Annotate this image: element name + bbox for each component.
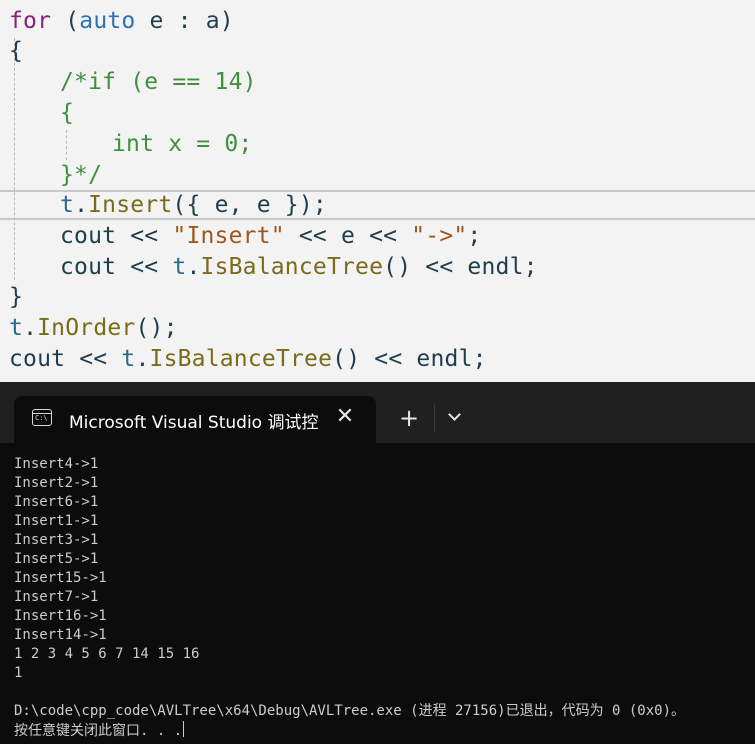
code-token: cout <<: [9, 346, 122, 372]
console-icon: C:\: [32, 409, 52, 426]
prompt-text: 按任意键关闭此窗口. . .: [14, 723, 183, 739]
code-line-final-cout[interactable]: cout << t.IsBalanceTree() << endl;: [9, 344, 487, 375]
code-editor[interactable]: for (auto e : a) { /*if (e == 14) { int …: [0, 0, 755, 382]
code-token: () << endl;: [332, 346, 487, 372]
indent-guide: [14, 38, 15, 280]
console-icon-text: C:\: [35, 414, 48, 422]
code-token: t: [172, 254, 187, 280]
function-name: InOrder: [37, 315, 136, 341]
indent-guide: [66, 130, 67, 160]
keyword-for: for: [9, 8, 52, 34]
terminal-tab[interactable]: C:\ Microsoft Visual Studio 调试控 ✕: [14, 396, 376, 443]
function-name: IsBalanceTree: [149, 346, 333, 372]
code-token: t: [9, 315, 24, 341]
code-line-comment-close[interactable]: }*/: [60, 160, 102, 191]
function-name: Insert: [88, 192, 173, 218]
code-token: .: [135, 346, 150, 372]
output-line: Insert3->1: [14, 532, 99, 548]
code-token: ({ e, e });: [172, 192, 327, 218]
code-token: ();: [135, 315, 178, 341]
code-line-comment-if[interactable]: /*if (e == 14): [60, 67, 257, 98]
code-token: t: [121, 346, 136, 372]
keyword-auto: auto: [79, 8, 136, 34]
code-line-open-brace[interactable]: {: [9, 36, 23, 67]
code-line-for[interactable]: for (auto e : a): [9, 6, 234, 37]
code-token: e : a): [135, 8, 234, 34]
code-line-comment-brace[interactable]: {: [60, 98, 74, 129]
output-line: Insert4->1: [14, 456, 99, 472]
code-token: cout <<: [60, 254, 173, 280]
code-token: .: [186, 254, 201, 280]
terminal-window[interactable]: C:\ Microsoft Visual Studio 调试控 ✕ + Inse…: [0, 382, 755, 744]
exit-message: D:\code\cpp_code\AVLTree\x64\Debug\AVLTr…: [14, 703, 686, 719]
code-token: .: [74, 192, 89, 218]
output-line: Insert1->1: [14, 513, 99, 529]
output-line: Insert5->1: [14, 551, 99, 567]
tab-separator: [434, 404, 435, 432]
output-line: Insert15->1: [14, 570, 107, 586]
code-token: t: [60, 192, 75, 218]
output-line: 1 2 3 4 5 6 7 14 15 16: [14, 646, 200, 662]
code-line-close-brace[interactable]: }: [9, 282, 23, 313]
output-line: Insert16->1: [14, 608, 107, 624]
new-tab-button[interactable]: +: [396, 405, 422, 431]
code-line-cout-balance[interactable]: cout << t.IsBalanceTree() << endl;: [60, 252, 538, 283]
code-token: ;: [467, 223, 482, 249]
code-token: () << endl;: [383, 254, 538, 280]
tab-title: Microsoft Visual Studio 调试控: [69, 413, 319, 433]
code-line-cout-insert[interactable]: cout << "Insert" << e << "->";: [60, 221, 481, 252]
string-literal: "Insert": [172, 223, 285, 249]
chevron-down-icon[interactable]: [446, 409, 464, 427]
output-line: Insert2->1: [14, 475, 99, 491]
output-line: Insert6->1: [14, 494, 99, 510]
terminal-tab-bar: C:\ Microsoft Visual Studio 调试控 ✕ +: [0, 382, 755, 443]
output-line: Insert14->1: [14, 627, 107, 643]
output-line: 1: [14, 665, 23, 681]
code-line-insert[interactable]: t.Insert({ e, e });: [60, 190, 327, 221]
code-token: (: [51, 8, 80, 34]
output-line: Insert7->1: [14, 589, 99, 605]
code-token: << e <<: [284, 223, 412, 249]
code-token: .: [23, 315, 38, 341]
close-icon[interactable]: ✕: [334, 405, 356, 429]
string-literal: "->": [411, 223, 468, 249]
code-line-comment-int[interactable]: int x = 0;: [112, 129, 252, 160]
code-line-inorder[interactable]: t.InOrder();: [9, 313, 178, 344]
prompt-line[interactable]: 按任意键关闭此窗口. . .: [14, 721, 185, 740]
function-name: IsBalanceTree: [200, 254, 384, 280]
code-token: cout <<: [60, 223, 173, 249]
text-cursor: [183, 721, 185, 737]
